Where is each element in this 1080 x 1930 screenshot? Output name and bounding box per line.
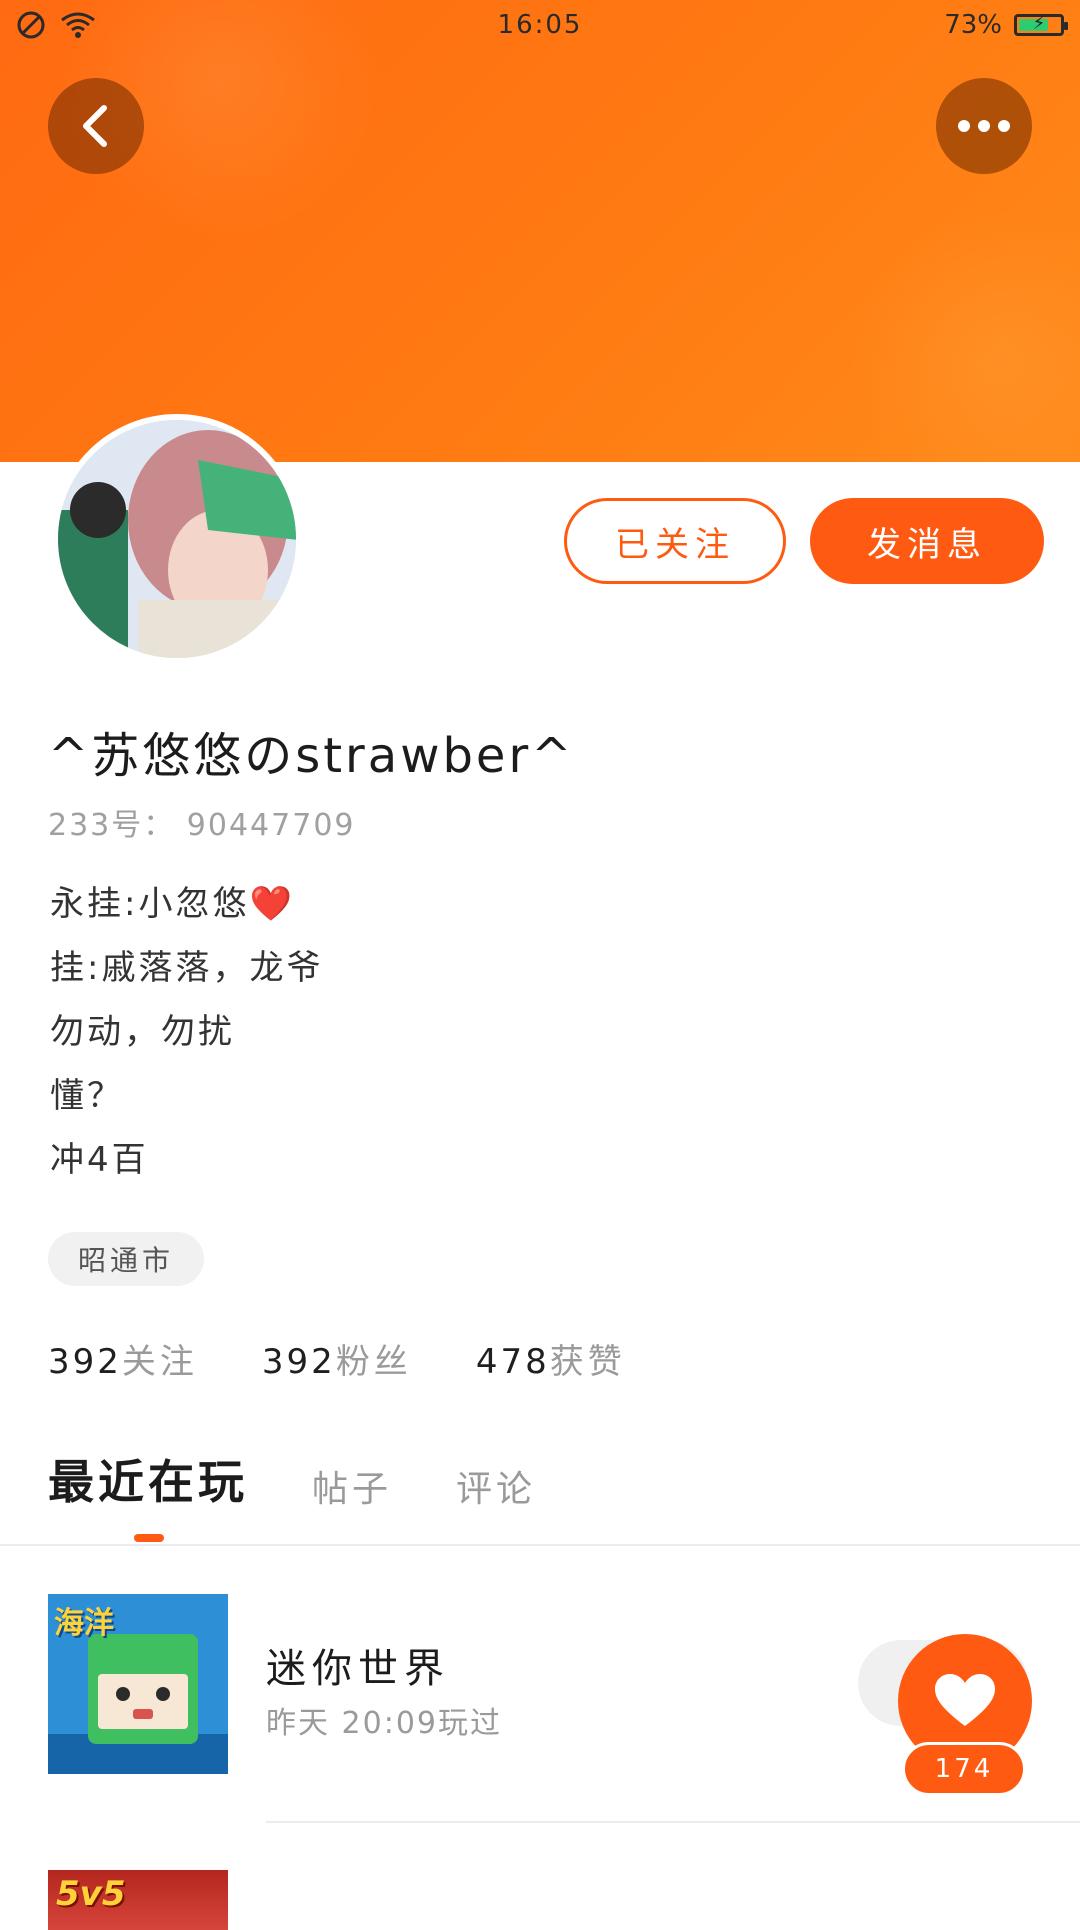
stat-number: 478 <box>475 1342 550 1382</box>
bio-line: 永挂:小忽悠❤️ <box>50 884 295 924</box>
bio-line: 勿动，勿扰 <box>50 1012 235 1052</box>
game-thumbnail-2[interactable]: 5v5 <box>48 1870 228 1930</box>
status-right: 73% ⚡ <box>944 10 1068 40</box>
game2-thumb-label: 5v5 <box>56 1874 126 1914</box>
stat-number: 392 <box>261 1342 336 1382</box>
send-message-button[interactable]: 发消息 <box>810 498 1044 584</box>
game-thumbnail: 海洋 <box>48 1594 228 1774</box>
stat-label: 获赞 <box>549 1342 626 1382</box>
more-dots-icon <box>958 120 1010 132</box>
bio-line: 懂？ <box>50 1076 124 1116</box>
stat-followers[interactable]: 392粉丝 <box>262 1334 412 1383</box>
bio-line: 冲4百 <box>50 1140 149 1180</box>
stat-label: 关注 <box>121 1342 198 1382</box>
game-name: 迷你世界 <box>266 1646 450 1692</box>
profile-header-banner <box>0 0 1080 462</box>
list-divider <box>266 1821 1080 1823</box>
followed-button[interactable]: 已关注 <box>564 498 786 584</box>
avatar-image <box>58 420 296 658</box>
tab-comments[interactable]: 评论 <box>456 1460 536 1512</box>
tabs-divider <box>0 1544 1080 1546</box>
username: ^苏悠悠のstrawber^ <box>48 728 575 784</box>
location-tag: 昭通市 <box>48 1232 205 1286</box>
status-bar: 16:05 73% ⚡ <box>0 0 1080 54</box>
bio: 永挂:小忽悠❤️ 挂:戚落落，龙爷 勿动，勿扰 懂？ 冲4百 <box>50 872 323 1192</box>
stat-likes[interactable]: 478获赞 <box>476 1334 626 1383</box>
tab-recently-played[interactable]: 最近在玩 <box>48 1446 248 1512</box>
battery-icon: ⚡ <box>1014 13 1068 36</box>
bio-line: 挂:戚落落，龙爷 <box>50 948 324 988</box>
back-button[interactable] <box>48 78 144 174</box>
profile-stats: 392关注 392粉丝 478获赞 <box>48 1334 626 1383</box>
profile-tabs: 最近在玩 帖子 评论 <box>48 1446 536 1512</box>
active-tab-indicator <box>134 1534 164 1542</box>
avatar[interactable] <box>52 414 302 664</box>
heart-icon <box>935 1674 995 1726</box>
game-thumb-label: 海洋 <box>54 1606 114 1641</box>
like-count-badge: 174 <box>902 1742 1026 1796</box>
status-time: 16:05 <box>497 10 583 40</box>
stat-following[interactable]: 392关注 <box>48 1334 198 1383</box>
game-last-played: 昨天 20:09玩过 <box>266 1706 502 1741</box>
user-id: 233号： 90447709 <box>48 808 356 843</box>
tab-posts[interactable]: 帖子 <box>312 1460 392 1512</box>
chevron-left-icon <box>83 105 107 147</box>
stat-label: 粉丝 <box>335 1342 412 1382</box>
more-button[interactable] <box>936 78 1032 174</box>
charging-icon: ⚡ <box>1032 13 1046 34</box>
stat-number: 392 <box>48 1342 122 1382</box>
battery-percent: 73% <box>944 10 1002 40</box>
